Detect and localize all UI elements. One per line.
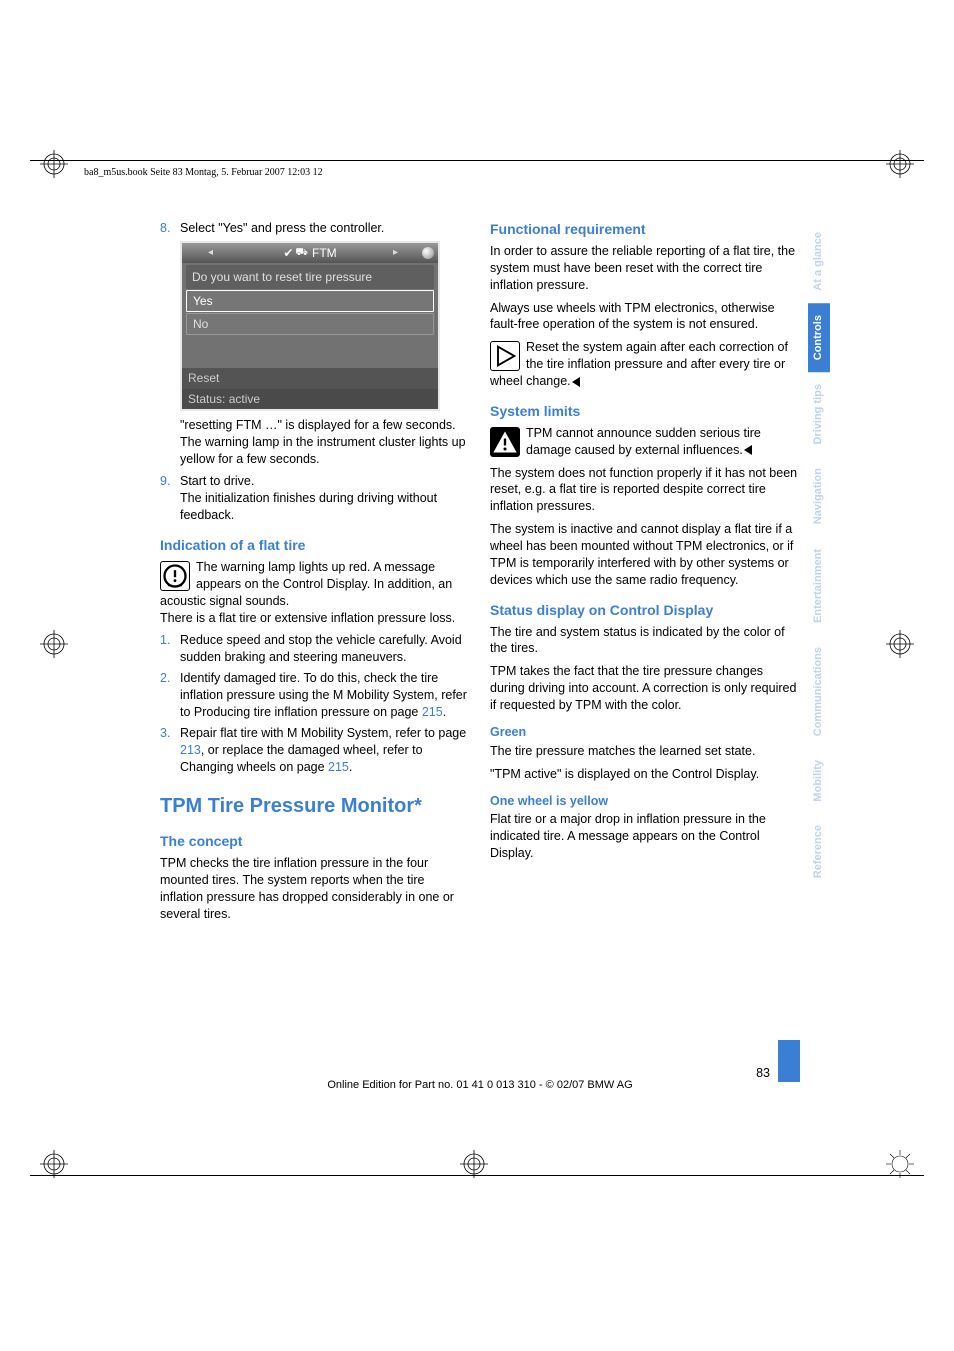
caution-triangle-icon [490, 427, 520, 457]
page-accent-block [778, 1040, 800, 1082]
tire-icon: ⛟ [295, 246, 308, 260]
tab-navigation[interactable]: Navigation [808, 456, 830, 536]
status-p1: The tire and system status is indicated … [490, 624, 800, 658]
heading-tpm: TPM Tire Pressure Monitor* [160, 793, 470, 820]
online-edition-line: Online Edition for Part no. 01 41 0 013 … [160, 1078, 800, 1093]
step-text: Select "Yes" and press the controller. [180, 220, 384, 237]
thumb-tabs: At a glance Controls Driving tips Naviga… [808, 220, 830, 891]
indication-text-2: There is a flat tire or extensive inflat… [160, 610, 470, 627]
right-column: Functional requirement In order to assur… [490, 220, 800, 929]
crop-mark-icon [40, 630, 68, 658]
check-icon: ✔ [283, 245, 293, 261]
syslim-warn-text: TPM cannot announce sudden serious tire … [526, 426, 761, 457]
heading-functional-requirement: Functional requirement [490, 220, 800, 239]
screenshot-option-no[interactable]: No [186, 313, 434, 335]
crop-mark-icon [40, 150, 68, 178]
page-link[interactable]: 213 [180, 743, 201, 757]
page-link[interactable]: 215 [328, 760, 349, 774]
step-number: 8. [160, 220, 180, 237]
idrive-screenshot: ◂ ✔ ⛟ FTM ▸ Do you want to reset tire pr… [180, 241, 440, 411]
note-text: Reset the system again after each correc… [490, 340, 788, 388]
funcreq-p2: Always use wheels with TPM electronics, … [490, 300, 800, 334]
heading-green: Green [490, 724, 800, 741]
step-result-text: "resetting FTM …" is displayed for a few… [180, 417, 470, 468]
syslim-p2: The system is inactive and cannot displa… [490, 521, 800, 589]
tab-controls[interactable]: Controls [808, 303, 830, 372]
syslim-p1: The system does not function properly if… [490, 465, 800, 516]
screenshot-title: FTM [312, 245, 337, 261]
screenshot-prompt: Do you want to reset tire pressure [186, 265, 434, 289]
list-number: 1. [160, 632, 180, 666]
heading-status-display: Status display on Control Display [490, 601, 800, 620]
end-triangle-icon [572, 377, 580, 387]
screenshot-status: Status: active [182, 389, 438, 409]
yellow-p: Flat tire or a major drop in inflation p… [490, 811, 800, 862]
status-p2: TPM takes the fact that the tire pressur… [490, 663, 800, 714]
tab-at-a-glance[interactable]: At a glance [808, 220, 830, 303]
crop-mark-icon [460, 1150, 488, 1178]
chevron-right-icon: ▸ [393, 246, 398, 260]
step-text: Start to drive. [180, 473, 470, 490]
step-after-text: The initialization finishes during drivi… [180, 490, 470, 524]
heading-concept: The concept [160, 832, 470, 851]
heading-indication: Indication of a flat tire [160, 536, 470, 555]
funcreq-p1: In order to assure the reliable reportin… [490, 243, 800, 294]
note-arrow-icon [490, 341, 520, 371]
green-p2: "TPM active" is displayed on the Control… [490, 766, 800, 783]
warning-lamp-icon [160, 561, 190, 591]
screenshot-option-yes[interactable]: Yes [186, 290, 434, 312]
heading-one-wheel-yellow: One wheel is yellow [490, 793, 800, 810]
green-p1: The tire pressure matches the learned se… [490, 743, 800, 760]
indication-text: The warning lamp lights up red. A messag… [160, 560, 452, 608]
left-column: 8. Select "Yes" and press the controller… [160, 220, 470, 929]
end-triangle-icon [744, 445, 752, 455]
concept-text: TPM checks the tire inflation pressure i… [160, 855, 470, 923]
list-text: Reduce speed and stop the vehicle carefu… [180, 632, 470, 666]
crop-line [30, 1175, 924, 1176]
crop-mark-icon [886, 150, 914, 178]
page-link[interactable]: 215 [422, 705, 443, 719]
knob-icon [422, 247, 434, 259]
crop-mark-icon [886, 1150, 914, 1178]
tab-driving-tips[interactable]: Driving tips [808, 372, 830, 457]
crop-mark-icon [886, 630, 914, 658]
tab-mobility[interactable]: Mobility [808, 748, 830, 814]
chevron-left-icon: ◂ [208, 246, 213, 260]
list-number: 2. [160, 670, 180, 721]
step-number: 9. [160, 473, 180, 524]
tab-entertainment[interactable]: Entertainment [808, 537, 830, 635]
crop-mark-icon [40, 1150, 68, 1178]
screenshot-reset: Reset [182, 368, 438, 388]
list-number: 3. [160, 725, 180, 776]
crop-line [30, 160, 924, 161]
heading-system-limits: System limits [490, 402, 800, 421]
tab-communications[interactable]: Communications [808, 635, 830, 748]
book-meta-line: ba8_m5us.book Seite 83 Montag, 5. Februa… [84, 166, 323, 180]
list-text: Identify damaged tire. To do this, check… [180, 670, 470, 721]
list-text: Repair flat tire with M Mobility System,… [180, 725, 470, 776]
tab-reference[interactable]: Reference [808, 813, 830, 890]
